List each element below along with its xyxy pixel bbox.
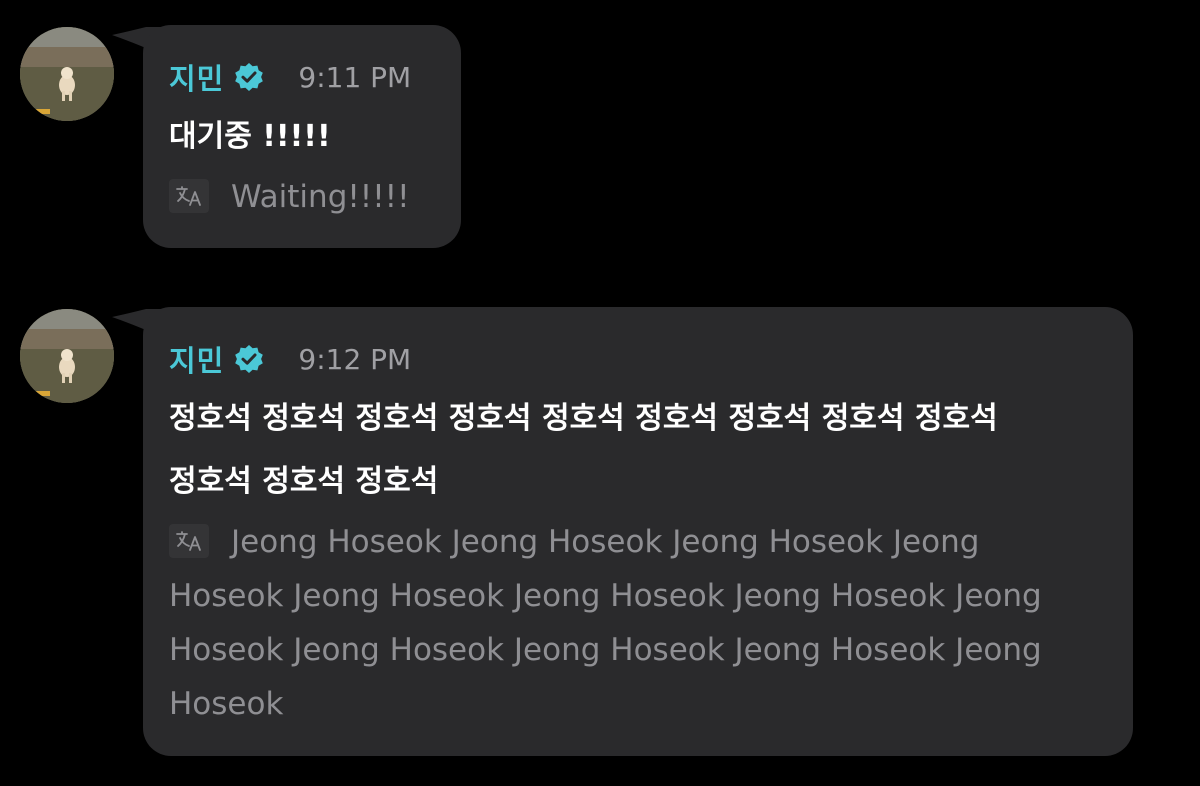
translated-text: Jeong Hoseok Jeong Hoseok Jeong Hoseok J…: [169, 524, 1042, 722]
translated-text-block: Jeong Hoseok Jeong Hoseok Jeong Hoseok J…: [169, 515, 1099, 731]
sender-name[interactable]: 지민: [169, 338, 224, 380]
sender-name[interactable]: 지민: [169, 56, 224, 98]
message-header: 지민 9:11 PM: [169, 55, 433, 99]
translate-icon: [169, 523, 209, 558]
message-bubble[interactable]: 지민 9:11 PM 대기중 !!!!! Waiting!!!!!: [143, 25, 461, 248]
translated-text-block: Waiting!!!!!: [169, 170, 433, 224]
message-time: 9:11 PM: [298, 60, 412, 94]
translate-icon: [169, 178, 209, 213]
message-bubble[interactable]: 지민 9:12 PM 정호석 정호석 정호석 정호석 정호석 정호석 정호석 정…: [143, 307, 1133, 756]
avatar-photo: [20, 27, 114, 121]
verified-badge-icon: [235, 63, 264, 91]
message-text: 대기중 !!!!!: [169, 119, 331, 154]
avatar[interactable]: [20, 309, 114, 403]
message-header: 지민 9:12 PM: [169, 337, 1105, 381]
message-time: 9:12 PM: [298, 342, 412, 376]
verified-badge-icon: [235, 345, 264, 373]
avatar[interactable]: [20, 27, 114, 121]
translated-text: Waiting!!!!!: [231, 179, 410, 215]
avatar-photo: [20, 309, 114, 403]
message-text: 정호석 정호석 정호석 정호석 정호석 정호석 정호석 정호석 정호석 정호석 …: [169, 401, 998, 499]
